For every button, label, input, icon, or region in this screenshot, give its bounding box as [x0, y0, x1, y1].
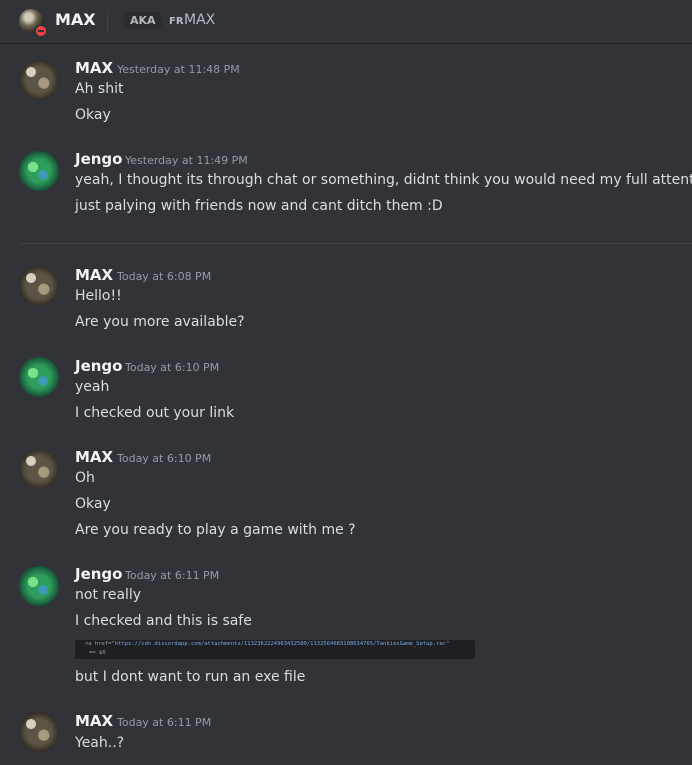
author-name[interactable]: MAX [75, 448, 113, 466]
message-line: just palying with friends now and cant d… [75, 198, 443, 214]
alt-name-prefix: FR [169, 16, 184, 27]
message-timestamp: Today at 6:10 PM [125, 361, 220, 374]
message-line: Ah shit [75, 81, 124, 97]
dm-user-name[interactable]: MAX [55, 10, 96, 29]
author-name[interactable]: MAX [75, 266, 113, 284]
user-avatar[interactable] [19, 266, 59, 306]
message-line: Are you more available? [75, 314, 245, 330]
author-name[interactable]: MAX [75, 59, 113, 77]
aka-badge[interactable]: AKA [124, 12, 162, 29]
alt-name: MAX [184, 12, 216, 28]
user-avatar[interactable] [19, 566, 59, 606]
user-avatar[interactable] [19, 151, 59, 191]
header-divider [107, 10, 108, 34]
message-timestamp: Today at 6:11 PM [125, 569, 220, 582]
author-name[interactable]: Jengo [75, 150, 122, 168]
message-line: Okay [75, 107, 111, 123]
attachment-link: https://cdn.discordapp.com/attachments/1… [114, 641, 446, 647]
new-messages-divider [19, 243, 692, 244]
message-line: yeah [75, 379, 110, 395]
author-name[interactable]: Jengo [75, 565, 122, 583]
channel-header: MAX AKA FR MAX [0, 0, 692, 44]
message-timestamp: Today at 6:08 PM [117, 270, 212, 283]
message-line: but I dont want to run an exe file [75, 669, 306, 685]
user-avatar[interactable] [19, 712, 59, 752]
message-line: yeah, I thought its through chat or some… [75, 172, 692, 188]
user-avatar[interactable] [19, 357, 59, 397]
message-line: Oh [75, 470, 95, 486]
user-avatar[interactable] [19, 449, 59, 489]
message-timestamp: Today at 6:10 PM [117, 452, 212, 465]
message-line: I checked out your link [75, 405, 235, 421]
image-attachment[interactable]: <a href="https://cdn.discordapp.com/atta… [75, 640, 475, 659]
message-timestamp: Yesterday at 11:49 PM [125, 154, 248, 167]
author-name[interactable]: Jengo [75, 357, 122, 375]
message-line: Hello!! [75, 288, 122, 304]
do-not-disturb-status-icon [34, 24, 48, 38]
message-line: Okay [75, 496, 111, 512]
message-timestamp: Today at 6:11 PM [117, 716, 212, 729]
author-name[interactable]: MAX [75, 712, 113, 730]
message-line: not really [75, 587, 142, 603]
message-line: I checked and this is safe [75, 613, 252, 629]
attachment-code-line: == $0 [89, 650, 106, 656]
user-avatar[interactable] [19, 60, 59, 100]
message-line: Are you ready to play a game with me ? [75, 522, 356, 538]
message-line: Yeah..? [75, 735, 125, 751]
attachment-code-line: <a href="https://cdn.discordapp.com/atta… [85, 641, 450, 647]
message-timestamp: Yesterday at 11:48 PM [117, 63, 240, 76]
